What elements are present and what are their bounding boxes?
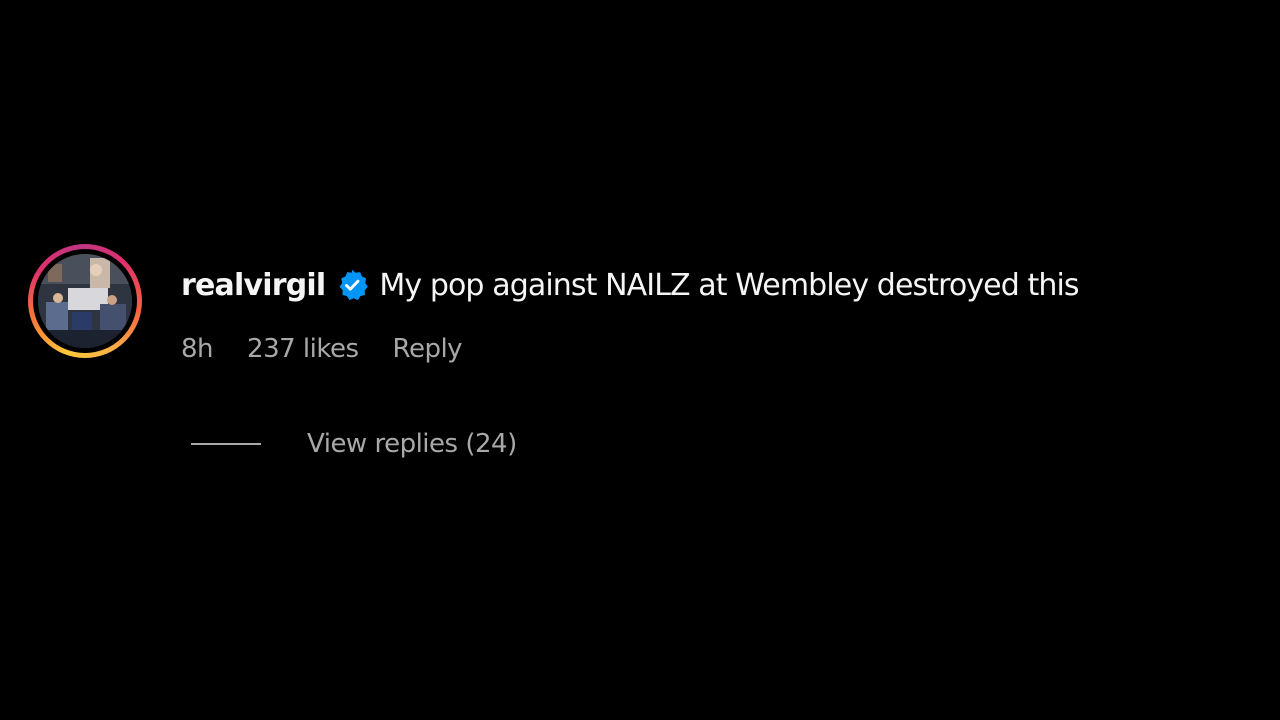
comment-item: realvirgil My pop against NAILZ at Wembl… xyxy=(28,244,1280,474)
verified-badge-icon xyxy=(335,268,369,302)
avatar[interactable] xyxy=(28,244,142,358)
likes-count[interactable]: 237 likes xyxy=(247,334,359,364)
avatar-image xyxy=(38,254,132,348)
comment-header: realvirgil My pop against NAILZ at Wembl… xyxy=(181,262,1080,308)
view-replies-button[interactable]: View replies (24) xyxy=(307,429,517,459)
username-link[interactable]: realvirgil xyxy=(181,268,326,303)
avatar-photo xyxy=(38,254,132,348)
avatar-border xyxy=(33,249,137,353)
replies-divider xyxy=(191,443,261,445)
view-replies-row[interactable]: View replies (24) xyxy=(191,424,517,464)
reply-button[interactable]: Reply xyxy=(393,334,463,364)
timestamp[interactable]: 8h xyxy=(181,334,214,364)
comment-meta: 8h 237 likes Reply xyxy=(181,326,463,372)
comment-text: My pop against NAILZ at Wembley destroye… xyxy=(379,267,1079,303)
